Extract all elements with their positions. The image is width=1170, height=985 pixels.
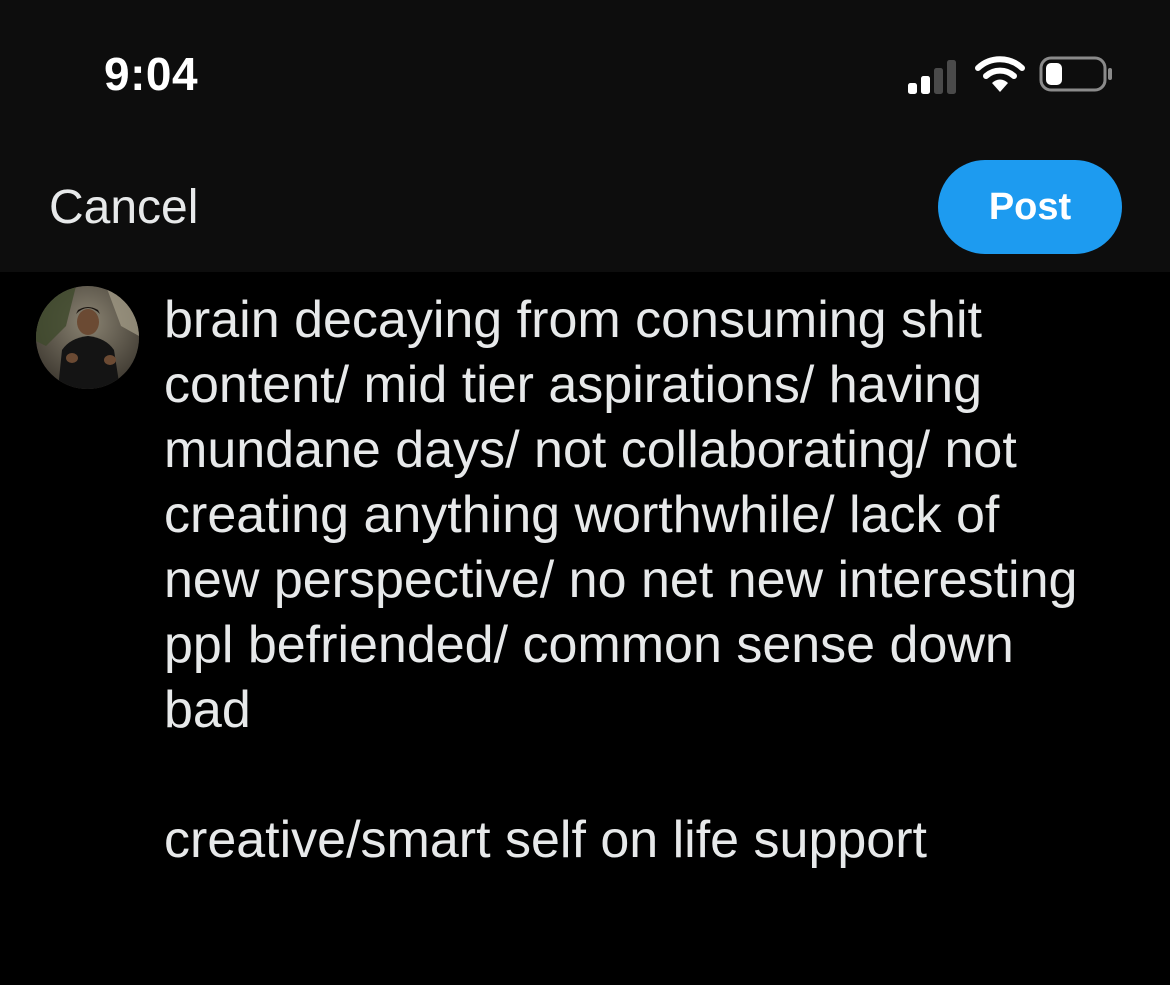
compose-text-line: brain decaying from consuming shit: [164, 291, 982, 349]
avatar[interactable]: [36, 286, 139, 389]
wifi-icon: [974, 54, 1026, 99]
compose-textarea[interactable]: brain decaying from consuming shit conten…: [164, 288, 1154, 873]
cancel-button[interactable]: Cancel: [49, 180, 198, 236]
cellular-signal-icon: [904, 56, 960, 101]
top-bar: 9:04 Cancel Post: [0, 0, 1170, 272]
compose-screen: 9:04 Cancel Post brain decaying from con…: [0, 0, 1170, 985]
compose-text-line: creative/smart self on life support: [164, 811, 927, 869]
compose-text-line: content/ mid tier aspirations/ having: [164, 356, 982, 414]
compose-text-line: new perspective/ no net new interesting: [164, 551, 1078, 609]
status-icons: [900, 52, 1130, 100]
compose-text-line: bad: [164, 681, 251, 739]
post-button[interactable]: Post: [938, 160, 1122, 254]
battery-icon: [1038, 54, 1114, 99]
compose-text-line: creating anything worthwhile/ lack of: [164, 486, 1000, 544]
compose-text-line: mundane days/ not collaborating/ not: [164, 421, 1017, 479]
status-time: 9:04: [104, 48, 199, 100]
compose-text-line: ppl befriended/ common sense down: [164, 616, 1014, 674]
